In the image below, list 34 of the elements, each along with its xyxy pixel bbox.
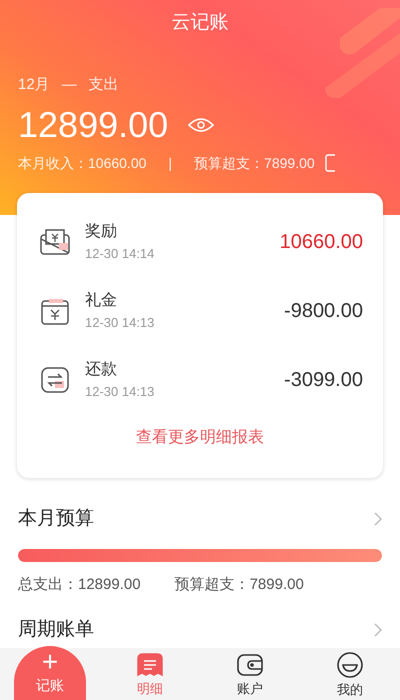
budget-overspend: 预算超支：7899.00 (174, 574, 304, 594)
nav-tab[interactable]: 明细 (100, 648, 200, 700)
section-title: 本月预算 (18, 507, 94, 531)
receipt-icon (136, 653, 164, 678)
transaction-time: 12-30 14:14 (85, 244, 154, 262)
transaction-title: 礼金 (85, 290, 118, 310)
nav-tab[interactable]: 我的 (300, 648, 400, 700)
total-expense: 总支出：12899.00 (18, 574, 141, 594)
more-details-link[interactable]: 查看更多明细报表 (136, 426, 264, 450)
transaction-amount: -9800.00 (284, 298, 363, 324)
total-amount: 12899.00 (18, 102, 168, 146)
transaction-title: 还款 (85, 360, 118, 380)
separator: — (62, 75, 77, 95)
chevron-right-icon[interactable] (374, 623, 382, 638)
chevron-right-icon[interactable] (374, 512, 382, 526)
transaction-title: 奖励 (85, 222, 118, 242)
envelope-icon (40, 228, 70, 254)
divider-mark: | (168, 154, 172, 173)
wallet-icon (236, 653, 264, 678)
smiley-icon (336, 652, 364, 678)
section-title: 周期账单 (18, 618, 94, 642)
income-summary: 本月收入：10660.00 (18, 154, 146, 172)
transaction-amount: 10660.00 (280, 230, 363, 254)
period-label: 12月 (18, 75, 50, 95)
app-title: 云记账 (172, 11, 228, 35)
transfer-icon (41, 366, 69, 392)
eye-icon[interactable] (188, 116, 214, 132)
type-label: 支出 (88, 75, 119, 95)
transaction-time: 12-30 14:13 (85, 382, 154, 400)
overspend-summary: 预算超支：7899.00 (194, 154, 315, 172)
transaction-amount: -3099.00 (284, 368, 363, 392)
transaction-time: 12-30 14:13 (85, 314, 154, 332)
nav-tab[interactable]: 账户 (200, 648, 300, 700)
wallet-icon (41, 296, 69, 324)
